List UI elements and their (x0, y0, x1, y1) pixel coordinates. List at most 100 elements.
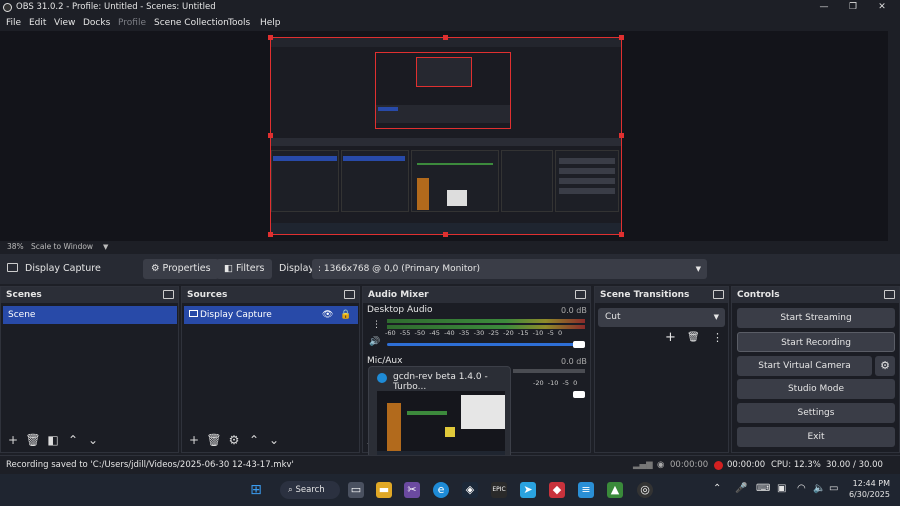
desktop-audio-volume-slider[interactable] (387, 343, 585, 346)
notepad-icon[interactable]: ≡ (578, 482, 594, 498)
sources-dock: Sources Display Capture 👁 🔒 + 🗑 ⚙ ⌃ ⌄ (181, 286, 360, 453)
scale-dropdown-icon[interactable]: ▼ (103, 241, 108, 253)
controls-header: Controls (732, 287, 899, 303)
maximize-button[interactable]: ❐ (839, 0, 867, 15)
add-transition-icon[interactable]: + (665, 330, 676, 345)
start-streaming-button[interactable]: Start Streaming (737, 308, 895, 328)
start-recording-button[interactable]: Start Recording (737, 332, 895, 352)
add-scene-icon[interactable]: + (3, 433, 23, 447)
scene-transitions-dock: Scene Transitions Cut ▼ + 🗑 ⋮ (594, 286, 729, 453)
tray-chevron-icon[interactable]: ⌃ (713, 483, 721, 494)
menu-help[interactable]: Help (260, 15, 281, 31)
shield-app-icon[interactable]: ◆ (549, 482, 565, 498)
move-up-icon[interactable]: ⌃ (244, 433, 264, 447)
remove-scene-icon[interactable]: 🗑 (23, 433, 43, 447)
menu-view[interactable]: View (54, 15, 75, 31)
undock-icon[interactable] (344, 290, 355, 299)
obs-taskbar-icon[interactable]: ◎ (637, 482, 653, 498)
keyboard-icon[interactable]: ⌨ (756, 483, 770, 494)
scale-mode[interactable]: Scale to Window (31, 241, 93, 253)
cpu-usage: CPU: 12.3% (771, 460, 821, 470)
display-value: : 1366x768 @ 0,0 (Primary Monitor) (318, 264, 481, 274)
menu-file[interactable]: File (6, 15, 21, 31)
controls-dock: Controls Start Streaming Start Recording… (731, 286, 900, 453)
remove-transition-icon[interactable]: 🗑 (687, 332, 700, 343)
move-up-icon[interactable]: ⌃ (63, 433, 83, 447)
desktop-audio-menu-icon[interactable]: ⋮ (372, 320, 381, 330)
transition-menu-icon[interactable]: ⋮ (712, 331, 723, 344)
undock-icon[interactable] (713, 290, 724, 299)
epic-games-icon[interactable]: EPIC (491, 482, 507, 498)
preview-canvas[interactable] (270, 37, 622, 235)
popup-thumbnail (377, 391, 505, 459)
clock-date[interactable]: 6/30/2025 (842, 490, 890, 499)
display-select[interactable]: : 1366x768 @ 0,0 (Primary Monitor) ▼ (312, 259, 707, 279)
desktop-audio-name: Desktop Audio (367, 305, 433, 315)
settings-button[interactable]: Settings (737, 403, 895, 423)
record-icon (714, 461, 723, 470)
source-properties-icon[interactable]: ⚙ (224, 433, 244, 447)
microphone-icon[interactable]: 🎤 (735, 483, 747, 494)
telegram-icon[interactable]: ➤ (520, 482, 536, 498)
volume-icon[interactable]: 🔈 (813, 483, 825, 494)
undock-icon[interactable] (884, 290, 895, 299)
title-bar: OBS 31.0.2 - Profile: Untitled - Scenes:… (0, 0, 900, 15)
virtual-camera-settings-icon[interactable]: ⚙ (875, 356, 895, 376)
undock-icon[interactable] (575, 290, 586, 299)
clock-time[interactable]: 12:44 PM (850, 479, 890, 488)
source-item[interactable]: Display Capture 👁 🔒 (184, 306, 358, 324)
menu-edit[interactable]: Edit (29, 15, 46, 31)
minimize-button[interactable]: — (810, 0, 838, 15)
move-down-icon[interactable]: ⌄ (83, 433, 103, 447)
menu-profile[interactable]: Profile (118, 15, 146, 31)
desktop-audio-volume-knob[interactable] (573, 341, 585, 348)
mic-aux-meter (513, 369, 585, 373)
chevron-down-icon: ▼ (713, 313, 719, 321)
popup-title: gcdn-rev beta 1.4.0 - Turbo... (393, 372, 488, 392)
taskbar-search[interactable]: ⌕ Search (280, 481, 340, 499)
preview-scrollbar[interactable] (888, 31, 900, 241)
status-message: Recording saved to 'C:/Users/jdill/Video… (6, 460, 294, 470)
edge-browser-icon[interactable]: e (433, 482, 449, 498)
eye-icon[interactable]: 👁 (322, 306, 333, 324)
snipping-tool-icon[interactable]: ✂ (404, 482, 420, 498)
filters-button[interactable]: ◧ Filters (216, 259, 273, 279)
app-icon[interactable]: ▲ (607, 482, 623, 498)
source-toolbar: Display Capture ⚙ Properties ◧ Filters D… (0, 254, 900, 284)
scene-item[interactable]: Scene (3, 306, 177, 324)
gear-icon: ⚙ (151, 263, 163, 274)
remove-source-icon[interactable]: 🗑 (204, 433, 224, 447)
properties-button[interactable]: ⚙ Properties (143, 259, 219, 279)
obs-logo-icon (3, 3, 12, 12)
taskbar-preview-popup[interactable]: gcdn-rev beta 1.4.0 - Turbo... (368, 366, 511, 463)
close-button[interactable]: ✕ (868, 0, 896, 15)
scene-filters-icon[interactable]: ◧ (43, 433, 63, 447)
taskbar: ⊞ ⌕ Search ▭ ▬ ✂ e ◈ EPIC ➤ ◆ ≡ ▲ ◎ ⌃ 🎤 … (0, 474, 900, 506)
mic-aux-volume-knob[interactable] (573, 391, 585, 398)
desktop-audio-meter (387, 319, 585, 323)
menu-scene-collection[interactable]: Scene Collection (154, 15, 229, 31)
desktop-audio-ticks: -60 -55 -50 -45 -40 -35 -30 -25 -20 -15 … (385, 329, 563, 337)
edge-icon (377, 373, 387, 383)
wifi-icon[interactable]: ◠ (797, 483, 806, 494)
transition-select[interactable]: Cut ▼ (598, 308, 725, 327)
scenes-header: Scenes (1, 287, 178, 303)
filter-icon: ◧ (224, 263, 236, 274)
task-view-icon[interactable]: ▭ (348, 482, 364, 498)
steam-icon[interactable]: ◈ (462, 482, 478, 498)
lock-icon[interactable]: 🔒 (340, 306, 351, 324)
tray-app-icon[interactable]: ▣ (777, 483, 786, 494)
file-explorer-icon[interactable]: ▬ (376, 482, 392, 498)
battery-icon[interactable]: ▭ (829, 483, 838, 494)
move-down-icon[interactable]: ⌄ (264, 433, 284, 447)
studio-mode-button[interactable]: Studio Mode (737, 379, 895, 399)
menu-tools[interactable]: Tools (228, 15, 250, 31)
undock-icon[interactable] (163, 290, 174, 299)
speaker-icon[interactable]: 🔊 (369, 337, 380, 347)
exit-button[interactable]: Exit (737, 427, 895, 447)
windows-start-icon[interactable]: ⊞ (248, 482, 264, 498)
menu-docks[interactable]: Docks (83, 15, 110, 31)
add-source-icon[interactable]: + (184, 433, 204, 447)
zoom-bar: 38% Scale to Window ▼ (0, 241, 900, 253)
start-virtual-camera-button[interactable]: Start Virtual Camera (737, 356, 872, 376)
